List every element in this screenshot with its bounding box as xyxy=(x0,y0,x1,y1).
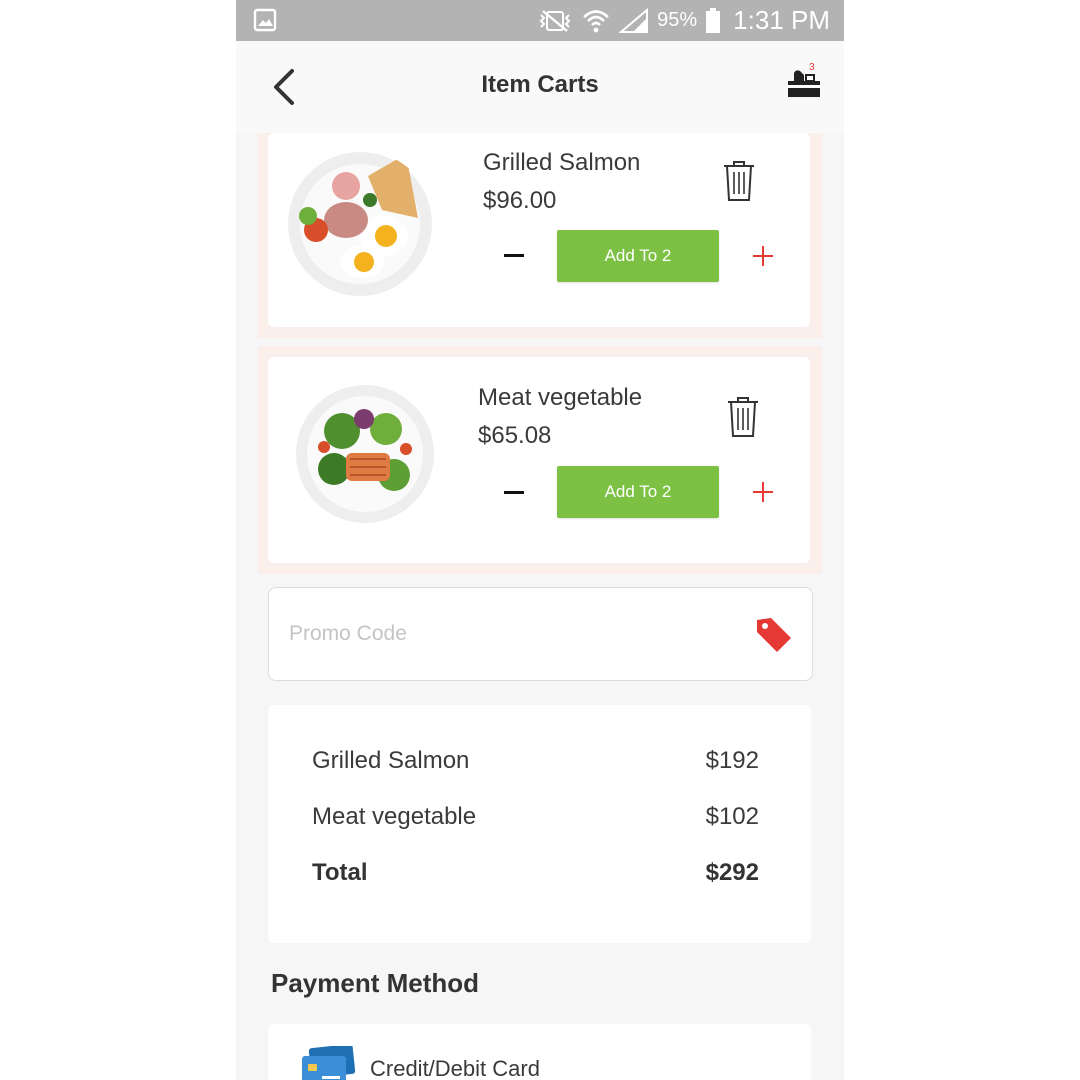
item-name: Meat vegetable xyxy=(478,384,643,411)
battery-percent: 95% xyxy=(657,9,698,31)
item-price: $96.00 xyxy=(483,187,557,214)
cart-item: Meat vegetable $65.08 Add To 2 xyxy=(258,346,822,574)
cart-badge: 3 xyxy=(809,62,815,73)
grilled-salmon-image xyxy=(288,152,432,296)
meat-vegetable-image xyxy=(296,385,434,523)
trash-icon[interactable] xyxy=(726,395,760,439)
payment-method-heading: Payment Method xyxy=(271,968,480,998)
battery-icon xyxy=(706,7,721,33)
status-bar: 95% 1:31 PM xyxy=(236,0,844,41)
promo-code-box xyxy=(268,587,813,681)
add-to-button[interactable]: Add To 2 xyxy=(557,466,719,518)
status-time: 1:31 PM xyxy=(733,5,830,35)
vibrate-icon xyxy=(539,9,571,32)
payment-option-card[interactable]: Credit/Debit Card xyxy=(268,1024,811,1080)
app-header: Item Carts 3 xyxy=(236,41,844,133)
increase-quantity-button[interactable] xyxy=(752,245,774,267)
summary-item-label: Grilled Salmon xyxy=(312,747,470,774)
gallery-icon xyxy=(253,8,277,32)
page-title: Item Carts xyxy=(481,71,599,98)
increase-quantity-button[interactable] xyxy=(752,481,774,503)
payment-option-label: Credit/Debit Card xyxy=(370,1056,540,1080)
app-screen: 95% 1:31 PM Item Carts 3 Grilled Salmon … xyxy=(236,0,844,1080)
tag-icon[interactable] xyxy=(755,616,793,654)
total-value: $292 xyxy=(705,859,759,886)
signal-icon xyxy=(619,7,649,33)
order-summary: Grilled Salmon $192 Meat vegetable $102 … xyxy=(268,705,811,943)
summary-item-value: $192 xyxy=(705,747,759,774)
item-name: Grilled Salmon xyxy=(483,149,641,176)
item-price: $65.08 xyxy=(478,422,552,449)
total-label: Total xyxy=(312,859,368,886)
cart-item: Grilled Salmon $96.00 Add To 2 xyxy=(258,133,822,338)
decrease-quantity-button[interactable] xyxy=(504,491,524,494)
summary-item-label: Meat vegetable xyxy=(312,803,477,830)
trash-icon[interactable] xyxy=(722,159,756,203)
cart-icon[interactable] xyxy=(784,63,824,103)
wifi-icon xyxy=(583,9,610,32)
summary-item-value: $102 xyxy=(705,803,759,830)
promo-code-input[interactable] xyxy=(287,616,721,652)
decrease-quantity-button[interactable] xyxy=(504,254,524,257)
status-icons: 95% 1:31 PM xyxy=(537,0,830,41)
add-to-button[interactable]: Add To 2 xyxy=(557,230,719,282)
credit-card-icon xyxy=(302,1046,356,1080)
